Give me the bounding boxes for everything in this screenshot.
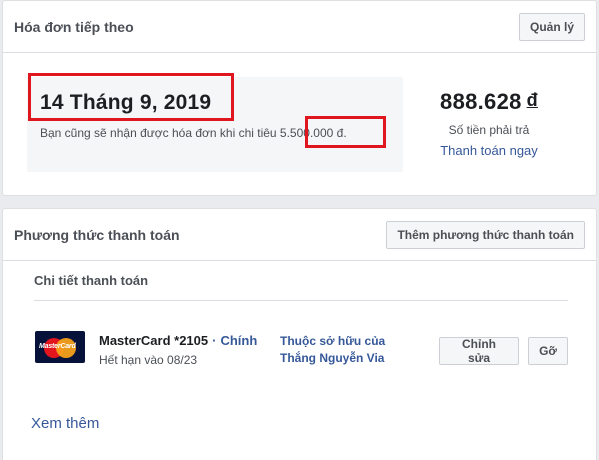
payment-methods-title: Phương thức thanh toán <box>14 226 180 243</box>
primary-badge: Chính <box>220 333 258 348</box>
pay-now-link[interactable]: Thanh toán ngay <box>413 143 565 158</box>
amount-value: 888.628 <box>440 89 522 114</box>
amount-due-label: Số tiền phải trả <box>448 123 530 137</box>
card-expiry: Hết hạn vào 08/23 <box>99 353 198 367</box>
threshold-highlight-box <box>305 116 386 148</box>
separator-dot: · <box>212 333 217 348</box>
date-highlight-box <box>28 73 234 121</box>
edit-card-button[interactable]: Chỉnh sửa <box>439 337 519 365</box>
payment-methods-header: Phương thức thanh toán Thêm phương thức … <box>3 209 596 261</box>
owner-label: Thuộc sở hữu của <box>280 334 386 348</box>
payment-methods-card: Phương thức thanh toán Thêm phương thức … <box>2 208 597 460</box>
see-more-link[interactable]: Xem thêm <box>31 415 99 432</box>
add-payment-method-button[interactable]: Thêm phương thức thanh toán <box>386 220 585 249</box>
next-bill-title: Hóa đơn tiếp theo <box>14 18 134 35</box>
card-name: MasterCard *2105 · Chính <box>99 333 257 348</box>
manage-button[interactable]: Quản lý <box>518 12 585 41</box>
amount-due-section: 888.628 đ Số tiền phải trả Thanh toán nga… <box>413 89 565 158</box>
currency-symbol: đ <box>526 90 538 110</box>
owner-name: Thắng Nguyễn Via <box>280 351 385 365</box>
mastercard-logo-icon: MasterCard <box>35 331 85 363</box>
payment-details-title: Chi tiết thanh toán <box>34 273 149 288</box>
next-bill-header: Hóa đơn tiếp theo Quản lý <box>3 1 596 53</box>
amount-due: 888.628 đ <box>413 89 565 115</box>
card-owner[interactable]: Thuộc sở hữu của Thắng Nguyễn Via <box>280 333 385 367</box>
card-number: MasterCard *2105 <box>99 333 209 348</box>
divider <box>34 300 568 301</box>
remove-card-button[interactable]: Gỡ <box>528 337 568 365</box>
